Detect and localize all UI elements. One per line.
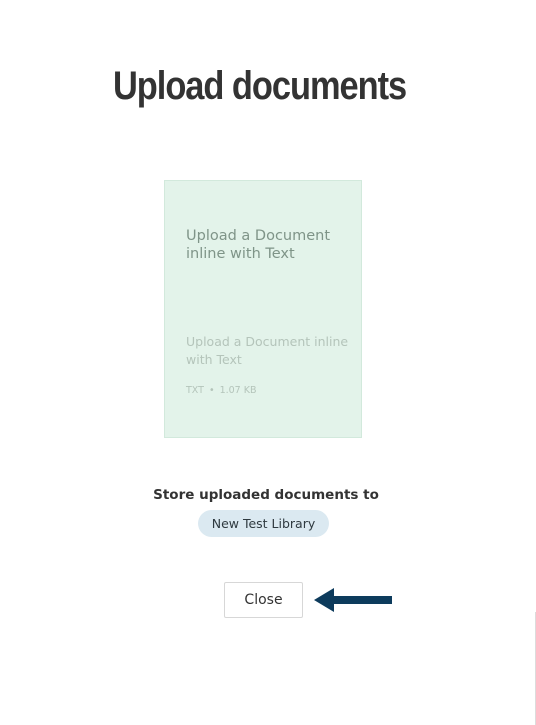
close-button[interactable]: Close <box>224 582 303 618</box>
arrow-shaft <box>331 596 392 604</box>
meta-separator: • <box>208 385 215 396</box>
library-pill[interactable]: New Test Library <box>198 510 329 537</box>
document-subtitle: Upload a Document inline with Text <box>186 334 349 367</box>
document-meta: TXT • 1.07 KB <box>186 385 256 396</box>
document-size: 1.07 KB <box>219 385 257 396</box>
page-title: Upload documents <box>113 64 407 108</box>
store-label: Store uploaded documents to <box>153 487 379 503</box>
upload-dialog: Upload documents Upload a Document inlin… <box>0 0 536 725</box>
document-type: TXT <box>186 385 204 396</box>
arrow-left-icon <box>314 588 392 612</box>
document-heading: Upload a Document inline with Text <box>186 228 331 262</box>
document-card[interactable]: Upload a Document inline with Text Uploa… <box>164 180 362 438</box>
